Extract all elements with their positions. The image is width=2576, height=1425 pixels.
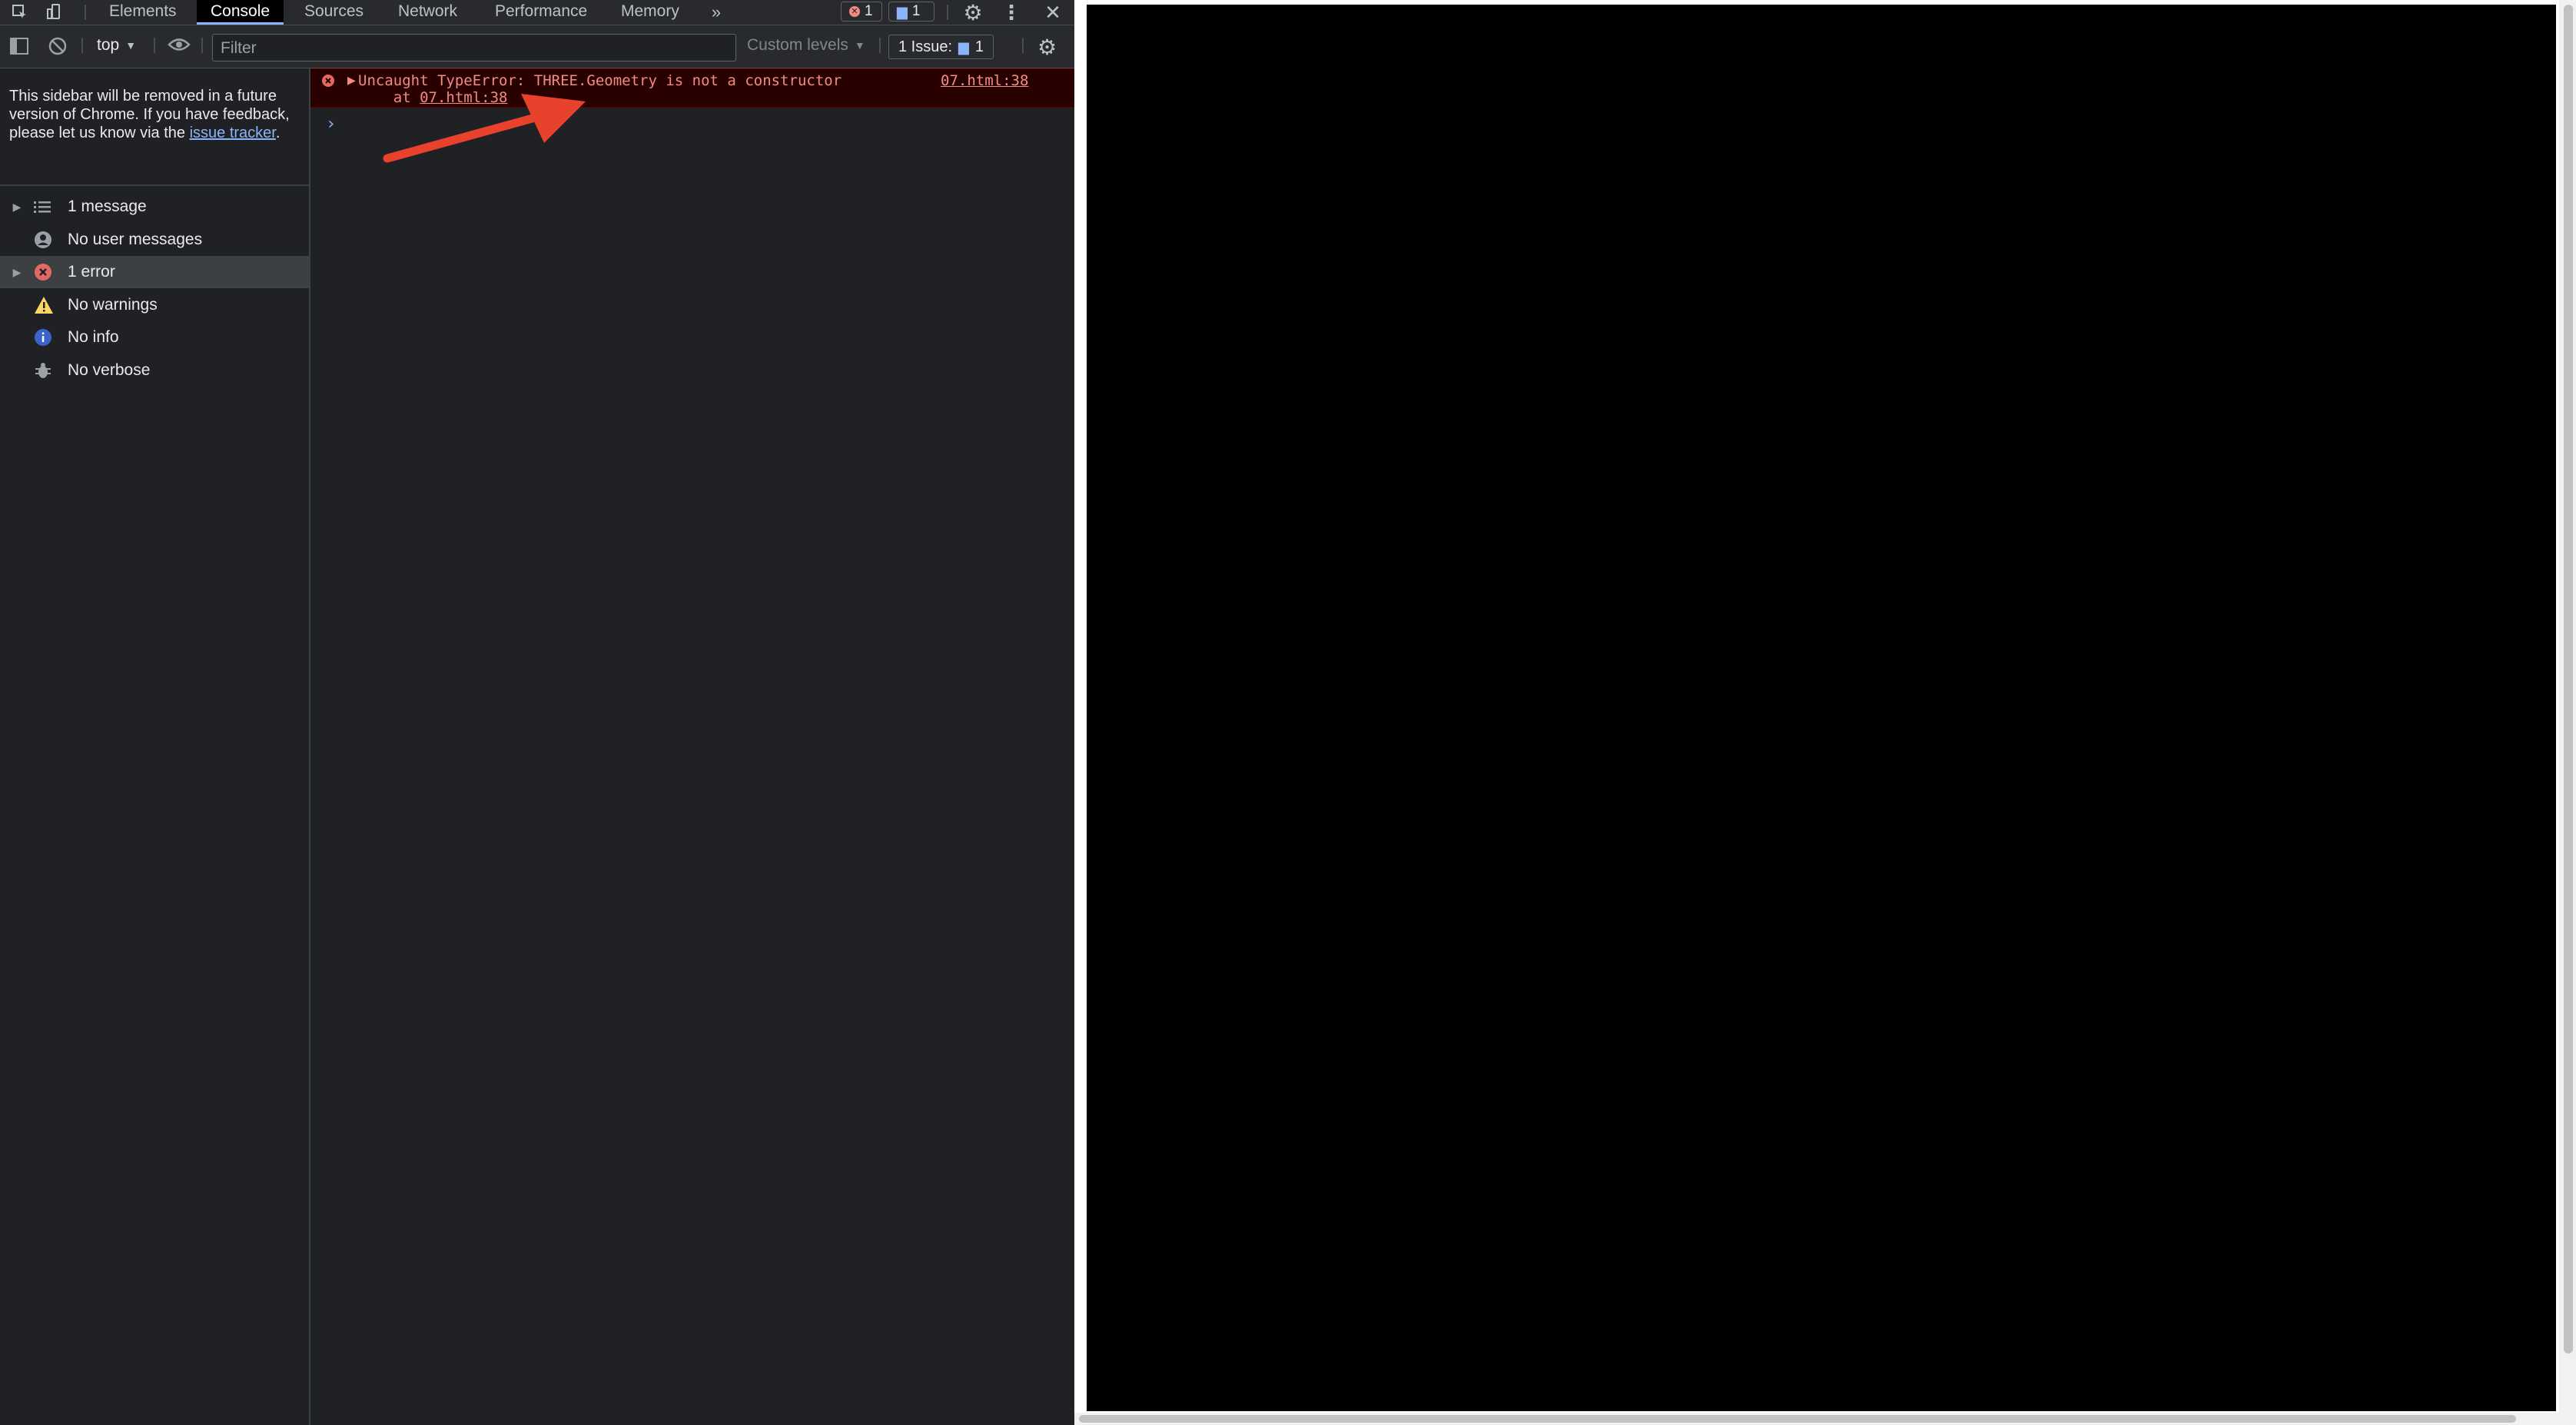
bug-icon [34,361,68,380]
settings-gear-icon[interactable]: ⚙ [959,0,987,25]
message-icon: ▆ [958,38,969,55]
sidebar-item-warnings[interactable]: No warnings [0,289,309,321]
context-selector[interactable]: top ▼ [97,36,136,55]
issues-button[interactable]: 1 Issue: ▆ 1 [888,35,994,59]
error-icon [321,74,335,91]
horizontal-scrollbar[interactable] [1074,1413,2559,1425]
info-icon [34,328,68,347]
sidebar-item-info[interactable]: No info [0,321,309,354]
inspect-element-icon[interactable] [6,0,34,25]
filter-input[interactable]: Filter [212,34,736,61]
message-counter[interactable]: ▆ 1 [888,2,934,22]
tab-console[interactable]: Console [197,0,284,25]
warning-icon [34,296,68,314]
sidebar-item-errors[interactable]: ▶ 1 error [0,256,309,288]
expand-arrow-icon[interactable]: ▶ [0,201,34,214]
sidebar-deprecation-notice: This sidebar will be removed in a future… [9,88,290,141]
console-log: ▶ Uncaught TypeError: THREE.Geometry is … [310,68,1074,1425]
tab-network[interactable]: Network [384,0,471,25]
user-icon [34,231,68,249]
expand-arrow-icon[interactable]: ▶ [0,266,34,279]
close-icon[interactable]: ✕ [1039,0,1067,25]
expand-arrow-icon[interactable]: ▶ [347,74,356,87]
sidebar-toggle-icon[interactable] [9,36,31,56]
error-counter[interactable]: ✕ 1 [841,2,882,22]
annotation-arrow-icon [383,94,586,163]
issue-tracker-link[interactable]: issue tracker [190,125,276,141]
horizontal-scrollbar-thumb[interactable] [1079,1415,2516,1423]
console-sidebar: This sidebar will be removed in a future… [0,68,310,1425]
sidebar-item-messages[interactable]: ▶ 1 message [0,191,309,223]
tab-elements[interactable]: Elements [95,0,191,25]
dropdown-arrow-icon: ▼ [125,39,137,51]
clear-console-icon[interactable] [48,36,68,56]
error-source-link[interactable]: 07.html:38 [941,72,1028,89]
devtools-tab-bar: Elements Console Sources Network Perform… [0,0,1074,25]
render-canvas[interactable] [1087,5,2556,1411]
error-icon [34,263,68,281]
vertical-scrollbar-thumb[interactable] [2564,5,2573,1354]
console-settings-gear-icon[interactable]: ⚙ [1037,35,1057,60]
tab-performance[interactable]: Performance [481,0,601,25]
eye-icon[interactable] [168,36,191,53]
list-icon [34,199,68,214]
sidebar-item-verbose[interactable]: No verbose [0,354,309,387]
sidebar-item-user-messages[interactable]: No user messages [0,224,309,256]
message-icon: ▆ [897,3,908,19]
page-viewport [1074,0,2576,1425]
console-toolbar: top ▼ Filter Custom levels ▼ 1 Issue: ▆ … [0,25,1074,68]
console-prompt[interactable]: › [326,115,336,134]
error-icon: ✕ [849,6,860,17]
dropdown-arrow-icon: ▼ [854,39,865,51]
more-options-icon[interactable]: ⋮ [998,0,1025,25]
vertical-scrollbar[interactable] [2559,0,2576,1425]
tab-memory[interactable]: Memory [607,0,693,25]
tab-sources[interactable]: Sources [290,0,377,25]
log-levels-dropdown[interactable]: Custom levels ▼ [747,36,865,55]
double-chevron-right-icon[interactable]: » [702,0,730,25]
device-toolbar-icon[interactable] [40,0,68,25]
devtools-panel: Elements Console Sources Network Perform… [0,0,1074,1425]
